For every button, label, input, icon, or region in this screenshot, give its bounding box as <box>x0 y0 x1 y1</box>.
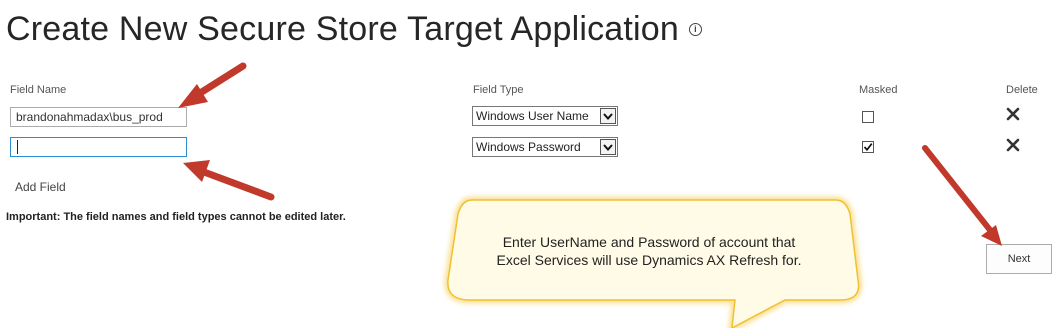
arrow-to-field-name-2 <box>183 160 275 201</box>
callout-line-1: Enter UserName and Password of account t… <box>502 234 796 250</box>
callout-line-2: Excel Services will use Dynamics AX Refr… <box>496 252 802 268</box>
arrow-to-field-name-1 <box>178 62 247 108</box>
annotation-overlay <box>178 62 1002 328</box>
callout-text: Enter UserName and Password of account t… <box>466 233 832 269</box>
arrow-to-next-button <box>922 145 1002 246</box>
